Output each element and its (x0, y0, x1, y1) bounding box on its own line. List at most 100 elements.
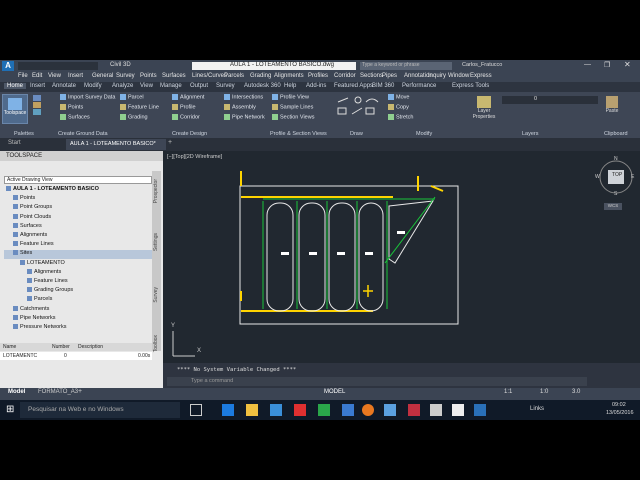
start-tab[interactable]: Start (8, 140, 21, 146)
new-tab-icon[interactable]: + (168, 139, 172, 146)
command-input[interactable]: Type a command (167, 377, 587, 386)
search-input[interactable]: Type a keyword or phrase (360, 62, 452, 70)
menu-pipes[interactable]: Pipes (382, 73, 397, 79)
ribbon-tab-manage[interactable]: Manage (160, 83, 182, 89)
menu-window[interactable]: Window (448, 73, 469, 79)
firefox-icon[interactable] (362, 404, 374, 416)
draw-label[interactable]: Draw (350, 131, 363, 137)
wcs-menu[interactable]: WCS (604, 203, 622, 210)
tree-item[interactable]: Catchments (4, 306, 49, 315)
palette-icons[interactable] (32, 94, 52, 124)
tree-item[interactable]: AULA 1 - LOTEAMENTO BASICO (4, 186, 99, 195)
tree-item[interactable]: Feature Lines (4, 241, 54, 250)
settings-tab[interactable]: Settings (153, 233, 159, 251)
tree-item[interactable]: Feature Lines (4, 278, 68, 287)
prospector-tab[interactable]: Prospector (153, 179, 159, 203)
autocad-logo-icon[interactable]: A (2, 61, 14, 71)
explorer-icon[interactable] (246, 404, 258, 416)
ground-surfaces-button[interactable]: Surfaces (60, 114, 90, 120)
scale-2[interactable]: 1:0 (540, 389, 548, 395)
app-flag-icon[interactable] (408, 404, 420, 416)
tree-item[interactable]: Surfaces (4, 223, 42, 232)
workspace-name[interactable]: Civil 3D (110, 62, 131, 68)
ribbon-tab-express-tools[interactable]: Express Tools (452, 83, 489, 89)
maximize-icon[interactable]: ❐ (604, 61, 610, 69)
links-toolbar[interactable]: Links (530, 406, 544, 412)
profile-sample-lines-button[interactable]: Sample Lines (272, 104, 313, 110)
modify-stretch-button[interactable]: Stretch (388, 114, 413, 120)
tree-item[interactable]: Alignments (4, 269, 61, 278)
design-parcel-button[interactable]: Parcel (120, 94, 144, 100)
menu-corridor[interactable]: Corridor (334, 73, 356, 79)
store-icon[interactable] (270, 404, 282, 416)
drawing-canvas[interactable]: [−][Top][2D Wireframe] TOP N W E S WCS Y… (163, 151, 640, 363)
tree-item[interactable]: Parcels (4, 296, 52, 305)
table-row[interactable]: LOTEAMENTC 0 0.00s (0, 352, 152, 360)
layer-dropdown[interactable]: 0 (502, 96, 598, 104)
tree-item[interactable]: LOTEAMENTO (4, 260, 65, 269)
toolspace-button[interactable]: Toolspace (2, 94, 28, 124)
minimize-icon[interactable]: — (584, 61, 591, 68)
survey-tab[interactable]: Survey (153, 287, 159, 303)
tree-item[interactable]: Point Groups (4, 204, 52, 213)
add-layout-icon[interactable]: + (78, 388, 82, 395)
formato-a3-tab[interactable]: FORMATO_A3 (38, 389, 78, 395)
tree-item[interactable]: Point Clouds (4, 214, 51, 223)
app-gear-icon[interactable] (430, 404, 442, 416)
layer-properties-button[interactable]: Layer Properties (470, 96, 498, 124)
palettes-label[interactable]: Palettes (14, 131, 34, 137)
ribbon-tab-performance[interactable]: Performance (402, 83, 436, 89)
column-description[interactable]: Description (78, 344, 103, 350)
ribbon-tab-bim-360[interactable]: BIM 360 (372, 83, 394, 89)
ground-points-button[interactable]: Points (60, 104, 83, 110)
tree-item[interactable]: Pressure Networks (4, 324, 66, 333)
ground-import-survey-data-button[interactable]: Import Survey Data (60, 94, 115, 100)
ribbon-tab-annotate[interactable]: Annotate (52, 83, 76, 89)
ribbon-tab-featured-apps[interactable]: Featured Apps (334, 83, 373, 89)
create-ground-data-label[interactable]: Create Ground Data (58, 131, 108, 137)
menu-lines-curves[interactable]: Lines/Curves (192, 73, 227, 79)
ribbon-tab-insert[interactable]: Insert (30, 83, 45, 89)
modify-move-button[interactable]: Move (388, 94, 409, 100)
design-corridor-button[interactable]: Corridor (172, 114, 200, 120)
annotation-scale[interactable]: 1:1 (504, 389, 512, 395)
menu-edit[interactable]: Edit (32, 73, 42, 79)
tree-item[interactable]: Pipe Networks (4, 315, 55, 324)
design-intersections-button[interactable]: Intersections (224, 94, 263, 100)
clock-time[interactable]: 09:02 (612, 402, 626, 408)
clipboard-label[interactable]: Clipboard (604, 131, 628, 137)
menu-insert[interactable]: Insert (68, 73, 83, 79)
ribbon-tab-help[interactable]: Help (284, 83, 296, 89)
viewcube-label[interactable]: TOP (612, 172, 622, 178)
draw-tools[interactable] (336, 96, 384, 124)
view-select[interactable]: Active Drawing View (4, 176, 152, 184)
menu-parcels[interactable]: Parcels (224, 73, 244, 79)
menu-surfaces[interactable]: Surfaces (162, 73, 186, 79)
profile-section-label[interactable]: Profile & Section Views (270, 131, 327, 137)
menu-express[interactable]: Express (470, 73, 492, 79)
column-name[interactable]: Name (3, 344, 16, 350)
ribbon-tab-modify[interactable]: Modify (84, 83, 102, 89)
menu-view[interactable]: View (48, 73, 61, 79)
create-design-label[interactable]: Create Design (172, 131, 207, 137)
ribbon-tab-home[interactable]: Home (4, 83, 27, 89)
menu-survey[interactable]: Survey (116, 73, 135, 79)
tree-item[interactable]: Alignments (4, 232, 47, 241)
menu-profiles[interactable]: Profiles (308, 73, 328, 79)
toolbox-tab[interactable]: Toolbox (153, 335, 159, 352)
ribbon-tab-survey[interactable]: Survey (216, 83, 235, 89)
menu-alignments[interactable]: Alignments (274, 73, 304, 79)
clock-date[interactable]: 13/05/2016 (606, 410, 634, 416)
close-icon[interactable]: ✕ (624, 60, 631, 69)
app-blue-icon[interactable] (342, 404, 354, 416)
tree-item[interactable]: Grading Groups (4, 287, 73, 296)
ribbon-tab-add-ins[interactable]: Add-ins (306, 83, 326, 89)
tree-item[interactable]: Sites (4, 250, 154, 260)
taskbar-search[interactable]: Pesquisar na Web e no Windows (20, 402, 180, 418)
model-tab[interactable]: Model (8, 389, 25, 395)
design-alignment-button[interactable]: Alignment (172, 94, 204, 100)
menu-inquiry[interactable]: Inquiry (428, 73, 446, 79)
design-grading-button[interactable]: Grading (120, 114, 148, 120)
design-profile-button[interactable]: Profile (172, 104, 196, 110)
menu-file[interactable]: File (18, 73, 28, 79)
